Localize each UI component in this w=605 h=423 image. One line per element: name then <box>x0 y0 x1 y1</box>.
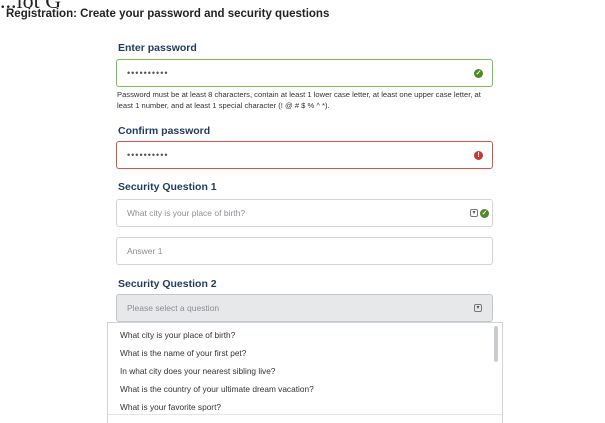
security-question-1-icons: ▾ ✓ <box>470 208 489 218</box>
dropdown-option[interactable]: In what city does your nearest sibling l… <box>108 362 502 380</box>
answer-1-placeholder: Answer 1 <box>127 246 163 256</box>
alert-circle-icon: ! <box>474 150 483 160</box>
check-circle-icon: ✓ <box>480 208 489 218</box>
dropdown-option[interactable]: What is the name of your first pet? <box>108 344 502 362</box>
password-field[interactable]: •••••••••• ✓ <box>116 59 493 87</box>
chevron-down-icon[interactable]: ▾ <box>470 209 478 217</box>
confirm-password-value: •••••••••• <box>127 150 169 160</box>
security-question-1-label: Security Question 1 <box>118 181 217 193</box>
security-question-2-options[interactable]: What city is your place of birth? What i… <box>107 322 503 423</box>
security-question-2-label: Security Question 2 <box>118 278 217 290</box>
dropdown-option[interactable]: What is the country of your ultimate dre… <box>108 380 502 398</box>
password-label: Enter password <box>118 42 197 54</box>
confirm-password-field[interactable]: •••••••••• ! <box>116 141 493 169</box>
confirm-password-label: Confirm password <box>118 125 211 137</box>
check-circle-icon: ✓ <box>474 68 483 78</box>
dropdown-divider <box>108 414 502 415</box>
security-question-2-select[interactable]: Please select a question ▾ <box>116 294 493 322</box>
password-value: •••••••••• <box>127 68 169 78</box>
dropdown-option[interactable]: What city is your place of birth? <box>108 326 502 344</box>
password-requirements: Password must be at least 8 characters, … <box>117 90 481 110</box>
page-title: Registration: Create your password and s… <box>6 8 330 20</box>
dropdown-scrollbar[interactable] <box>494 326 498 362</box>
security-question-1-select[interactable]: What city is your place of birth? ▾ ✓ <box>116 199 493 227</box>
answer-1-input[interactable]: Answer 1 <box>116 237 493 265</box>
security-question-2-placeholder: Please select a question <box>127 303 220 313</box>
chevron-down-icon[interactable]: ▾ <box>474 304 482 312</box>
security-question-1-value: What city is your place of birth? <box>127 208 246 218</box>
